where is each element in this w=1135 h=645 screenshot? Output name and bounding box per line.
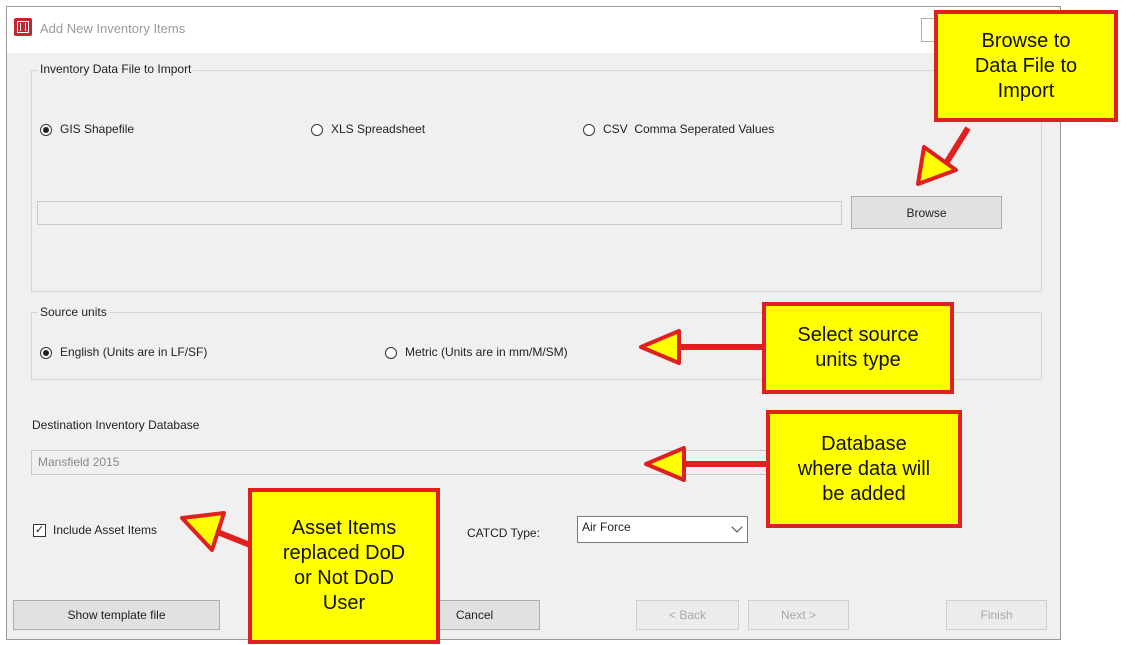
browse-callout-arrow: [916, 126, 971, 186]
database-callout-arrow: [644, 446, 767, 482]
callout-source-units: Select source units type: [762, 302, 954, 394]
callout-browse: Browse to Data File to Import: [934, 10, 1118, 122]
units-callout-arrow: [639, 329, 763, 365]
callout-asset-items: Asset Items replaced DoD or Not DoD User: [248, 488, 440, 644]
callout-database: Database where data will be added: [766, 410, 962, 528]
asset-callout-arrow: [180, 511, 252, 552]
